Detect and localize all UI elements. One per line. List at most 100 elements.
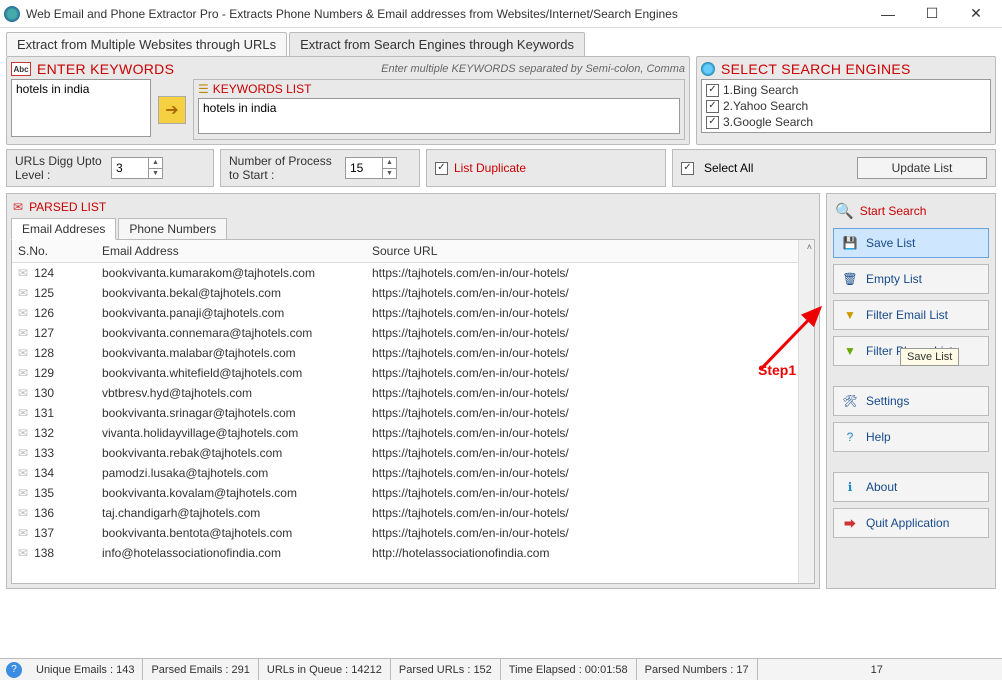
table-row[interactable]: ✉127bookvivanta.connemara@tajhotels.comh… — [12, 323, 814, 343]
row-url: https://tajhotels.com/en-in/our-hotels/ — [366, 503, 814, 523]
empty-list-button[interactable]: 🗑 Empty List — [833, 264, 989, 294]
table-row[interactable]: ✉137bookvivanta.bentota@tajhotels.comhtt… — [12, 523, 814, 543]
envelope-icon: ✉ — [18, 306, 28, 320]
col-url[interactable]: Source URL — [366, 240, 814, 263]
close-button[interactable]: ✕ — [954, 0, 998, 28]
status-help-icon[interactable]: ? — [6, 662, 22, 678]
table-row[interactable]: ✉131bookvivanta.srinagar@tajhotels.comht… — [12, 403, 814, 423]
table-row[interactable]: ✉125bookvivanta.bekal@tajhotels.comhttps… — [12, 283, 814, 303]
keywords-input[interactable]: hotels in india — [11, 79, 151, 137]
actions-sidebar: 🔍 Start Search 💾 Save List 🗑 Empty List … — [826, 193, 996, 589]
row-email: bookvivanta.kumarakom@tajhotels.com — [96, 263, 366, 284]
table-row[interactable]: ✉138info@hotelassociationofindia.comhttp… — [12, 543, 814, 563]
step1-label: Step1 — [758, 362, 796, 378]
row-sno: 136 — [34, 506, 54, 520]
table-row[interactable]: ✉134pamodzi.lusaka@tajhotels.comhttps://… — [12, 463, 814, 483]
select-all-checkbox[interactable] — [681, 162, 694, 175]
row-url: http://hotelassociationofindia.com — [366, 543, 814, 563]
abc-icon: Abc — [11, 62, 31, 76]
tab-extract-keywords[interactable]: Extract from Search Engines through Keyw… — [289, 32, 585, 56]
update-list-button[interactable]: Update List — [857, 157, 987, 179]
search-engine-item[interactable]: 2.Yahoo Search — [706, 98, 986, 114]
quit-label: Quit Application — [866, 516, 949, 530]
digg-up[interactable]: ▲ — [149, 157, 162, 169]
list-icon: ☰ — [198, 82, 209, 96]
process-input[interactable] — [346, 161, 382, 175]
row-url: https://tajhotels.com/en-in/our-hotels/ — [366, 343, 814, 363]
keywords-list[interactable]: hotels in india — [198, 98, 680, 134]
scroll-up-icon[interactable]: ˄ — [807, 242, 812, 252]
row-url: https://tajhotels.com/en-in/our-hotels/ — [366, 363, 814, 383]
enter-keywords-panel: Abc ENTER KEYWORDS Enter multiple KEYWOR… — [6, 56, 690, 145]
digg-level-stepper[interactable]: ▲▼ — [111, 157, 163, 179]
table-row[interactable]: ✉124bookvivanta.kumarakom@tajhotels.comh… — [12, 263, 814, 284]
engine-label: 1.Bing Search — [723, 83, 798, 97]
results-grid[interactable]: S.No. Email Address Source URL ✉124bookv… — [11, 239, 815, 584]
proc-down[interactable]: ▼ — [383, 169, 396, 180]
table-row[interactable]: ✉133bookvivanta.rebak@tajhotels.comhttps… — [12, 443, 814, 463]
engine-checkbox[interactable] — [706, 84, 719, 97]
search-engine-item[interactable]: 1.Bing Search — [706, 82, 986, 98]
row-email: taj.chandigarh@tajhotels.com — [96, 503, 366, 523]
engine-checkbox[interactable] — [706, 100, 719, 113]
settings-icon: 🛠 — [842, 393, 858, 409]
envelope-icon: ✉ — [18, 366, 28, 380]
save-list-button[interactable]: 💾 Save List — [833, 228, 989, 258]
row-email: vbtbresv.hyd@tajhotels.com — [96, 383, 366, 403]
table-row[interactable]: ✉ 136 taj.chandigarh@tajhotels.comhttps://… — [12, 503, 814, 523]
table-row[interactable]: ✉126bookvivanta.panaji@tajhotels.comhttp… — [12, 303, 814, 323]
envelope-icon: ✉ — [18, 266, 28, 280]
add-keyword-button[interactable]: ➔ — [158, 96, 186, 124]
vertical-scrollbar[interactable]: ˄ — [798, 240, 814, 583]
tab-extract-urls[interactable]: Extract from Multiple Websites through U… — [6, 32, 287, 56]
row-email: bookvivanta.srinagar@tajhotels.com — [96, 403, 366, 423]
row-email: bookvivanta.panaji@tajhotels.com — [96, 303, 366, 323]
list-duplicate-label: List Duplicate — [454, 161, 526, 175]
enter-keywords-subtitle: Enter multiple KEYWORDS separated by Sem… — [381, 63, 685, 75]
process-stepper[interactable]: ▲▼ — [345, 157, 397, 179]
row-email: bookvivanta.bentota@tajhotels.com — [96, 523, 366, 543]
col-sno[interactable]: S.No. — [12, 240, 96, 263]
envelope-icon: ✉ — [18, 546, 28, 560]
start-search-label: Start Search — [860, 204, 927, 218]
tab-email-addresses[interactable]: Email Addreses — [11, 218, 116, 240]
col-email[interactable]: Email Address — [96, 240, 366, 263]
settings-button[interactable]: 🛠 Settings — [833, 386, 989, 416]
table-row[interactable]: ✉130vbtbresv.hyd@tajhotels.comhttps://ta… — [12, 383, 814, 403]
start-search-button[interactable]: 🔍 Start Search — [833, 200, 989, 222]
table-row[interactable]: ✉135bookvivanta.kovalam@tajhotels.comhtt… — [12, 483, 814, 503]
about-button[interactable]: ℹ About — [833, 472, 989, 502]
envelope-icon: ✉ — [18, 386, 28, 400]
search-engine-list: 1.Bing Search 2.Yahoo Search 3.Google Sear… — [701, 79, 991, 133]
envelope-icon: ✉ — [18, 506, 28, 520]
tab-phone-numbers[interactable]: Phone Numbers — [118, 218, 227, 240]
row-email: bookvivanta.malabar@tajhotels.com — [96, 343, 366, 363]
keywords-list-title: KEYWORDS LIST — [213, 82, 312, 96]
help-button[interactable]: ? Help — [833, 422, 989, 452]
table-row[interactable]: ✉128bookvivanta.malabar@tajhotels.comhtt… — [12, 343, 814, 363]
digg-level-input[interactable] — [112, 161, 148, 175]
engine-label: 3.Google Search — [723, 115, 813, 129]
envelope-icon: ✉ — [18, 326, 28, 340]
row-url: https://tajhotels.com/en-in/our-hotels/ — [366, 463, 814, 483]
engine-checkbox[interactable] — [706, 116, 719, 129]
filter-email-button[interactable]: ▼ Filter Email List — [833, 300, 989, 330]
minimize-button[interactable]: — — [866, 0, 910, 28]
row-url: https://tajhotels.com/en-in/our-hotels/ — [366, 303, 814, 323]
row-email: bookvivanta.connemara@tajhotels.com — [96, 323, 366, 343]
maximize-button[interactable]: ☐ — [910, 0, 954, 28]
title-bar: Web Email and Phone Extractor Pro - Extr… — [0, 0, 1002, 28]
table-row[interactable]: ✉129bookvivanta.whitefield@tajhotels.com… — [12, 363, 814, 383]
proc-up[interactable]: ▲ — [383, 157, 396, 169]
search-engines-panel: SELECT SEARCH ENGINES 1.Bing Search2.Yah… — [696, 56, 996, 145]
engine-label: 2.Yahoo Search — [723, 99, 808, 113]
search-engine-item[interactable]: 3.Google Search — [706, 114, 986, 130]
list-duplicate-checkbox[interactable] — [435, 162, 448, 175]
quit-button[interactable]: ⮕ Quit Application — [833, 508, 989, 538]
digg-down[interactable]: ▼ — [149, 169, 162, 180]
row-email: pamodzi.lusaka@tajhotels.com — [96, 463, 366, 483]
app-icon — [4, 6, 20, 22]
table-row[interactable]: ✉132vivanta.holidayvillage@tajhotels.com… — [12, 423, 814, 443]
row-email: bookvivanta.whitefield@tajhotels.com — [96, 363, 366, 383]
row-email: bookvivanta.bekal@tajhotels.com — [96, 283, 366, 303]
